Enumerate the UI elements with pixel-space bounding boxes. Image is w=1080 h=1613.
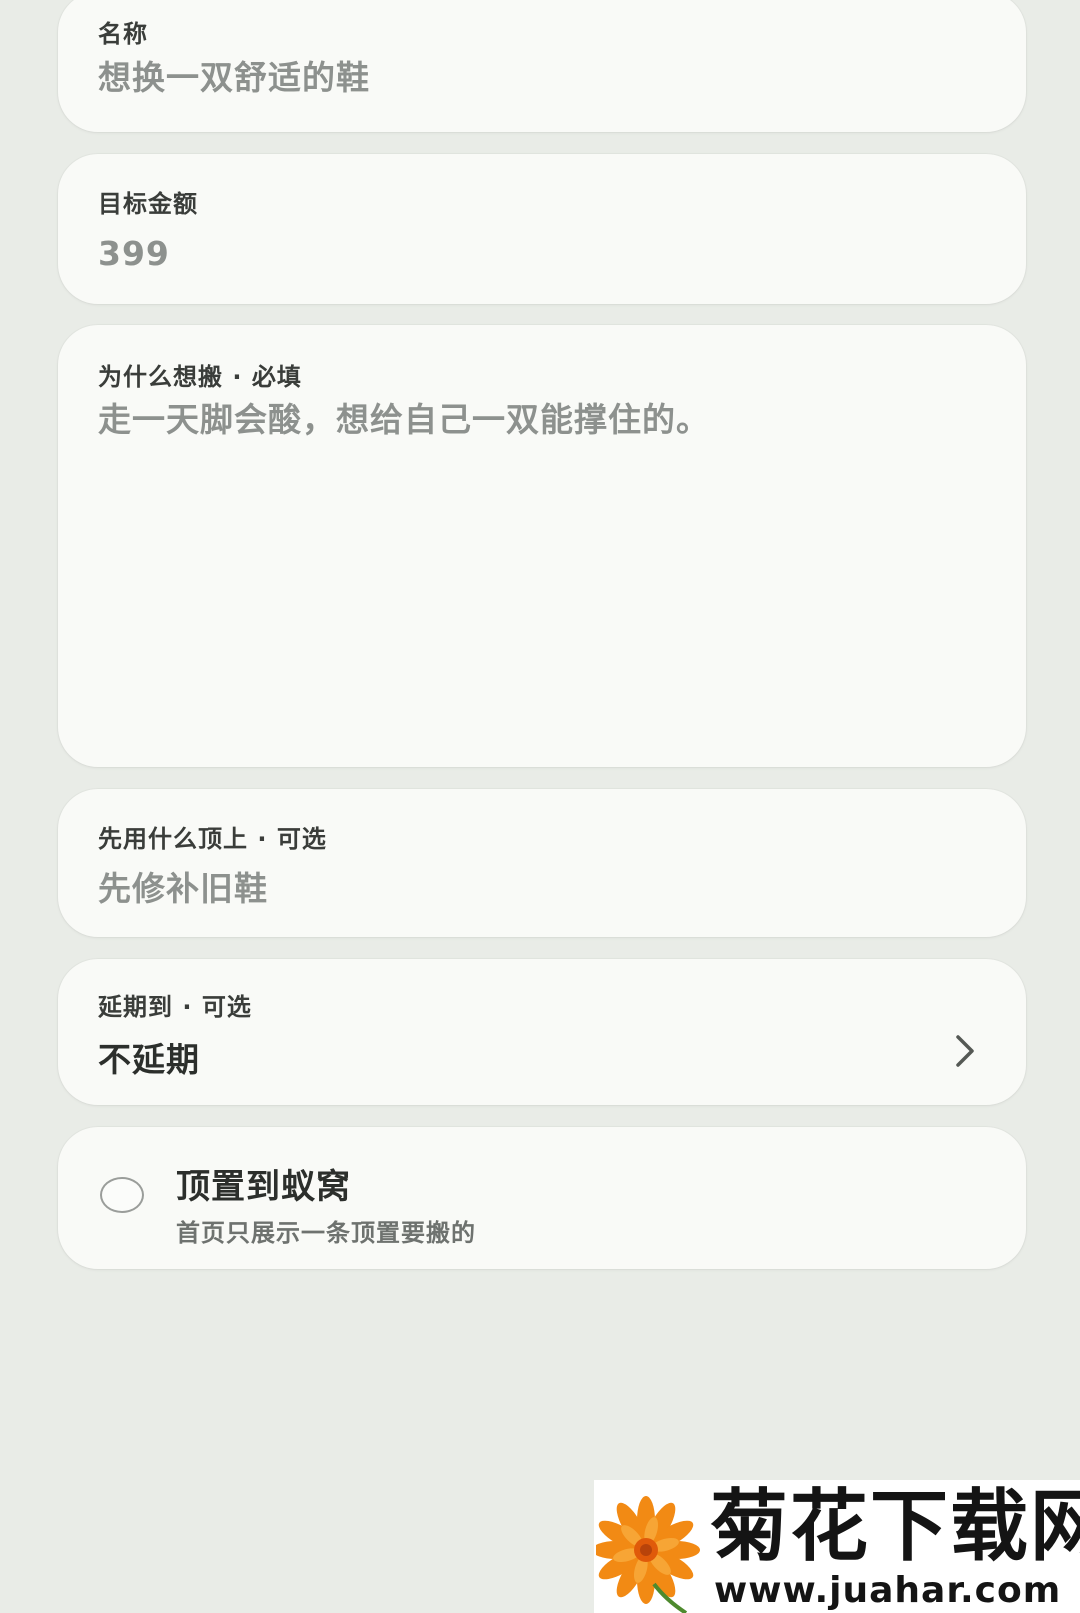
postpone-value: 不延期 [98,1040,200,1079]
name-field-card[interactable]: 名称 [58,0,1026,132]
name-field-label: 名称 [98,20,148,48]
pin-subtitle: 首页只展示一条顶置要搬的 [176,1219,476,1247]
reason-card[interactable]: 为什么想搬 · 必填 走一天脚会酸，想给自己一双能撑住的。 [58,325,1026,767]
pin-radio-button[interactable] [100,1177,144,1213]
name-input[interactable] [98,52,986,98]
reason-textarea[interactable]: 走一天脚会酸，想给自己一双能撑住的。 [98,397,986,737]
pin-to-nest-option[interactable]: 顶置到蚁窝 首页只展示一条顶置要搬的 [58,1127,1026,1269]
target-amount-label: 目标金额 [98,190,198,218]
watermark-url: www.juahar.com [714,1570,1062,1611]
chevron-right-icon [956,1035,974,1067]
target-amount-input[interactable] [98,230,986,276]
pin-title: 顶置到蚁窝 [176,1167,351,1207]
postpone-label: 延期到 · 可选 [98,993,252,1021]
site-watermark: 菊花下载网 www.juahar.com [594,1480,1080,1613]
stopgap-input[interactable] [98,863,986,909]
watermark-title: 菊花下载网 [710,1482,1080,1572]
chrysanthemum-logo [596,1496,700,1613]
target-amount-card[interactable]: 目标金额 [58,154,1026,304]
stopgap-card[interactable]: 先用什么顶上 · 可选 [58,789,1026,937]
postpone-selector[interactable]: 延期到 · 可选 不延期 [58,959,1026,1105]
stopgap-label: 先用什么顶上 · 可选 [98,825,327,853]
reason-label: 为什么想搬 · 必填 [98,363,302,391]
